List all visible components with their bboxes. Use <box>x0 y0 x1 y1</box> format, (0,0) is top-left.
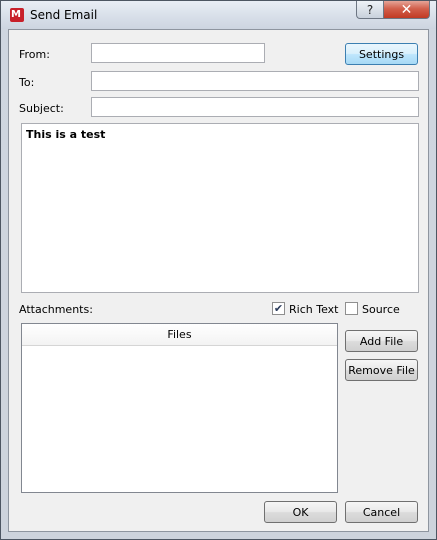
subject-field[interactable] <box>91 97 419 117</box>
close-icon: ✕ <box>400 1 413 18</box>
source-label[interactable]: Source <box>362 303 400 316</box>
source-checkbox[interactable] <box>345 302 358 315</box>
rich-text-label[interactable]: Rich Text <box>289 303 338 316</box>
message-body-editor[interactable]: This is a test <box>21 123 419 293</box>
to-field[interactable] <box>91 71 419 91</box>
ok-button[interactable]: OK <box>264 501 337 523</box>
attachments-list[interactable]: Files <box>21 323 338 493</box>
rich-text-checkbox[interactable]: ✔ <box>272 302 285 315</box>
files-column-header[interactable]: Files <box>22 324 337 346</box>
close-button[interactable]: ✕ <box>383 1 430 19</box>
window-title: Send Email <box>30 8 98 22</box>
add-file-button[interactable]: Add File <box>345 330 418 352</box>
checkmark-icon: ✔ <box>273 302 284 315</box>
subject-label: Subject: <box>19 102 64 115</box>
help-button[interactable]: ? <box>356 1 384 19</box>
from-label: From: <box>19 48 50 61</box>
from-field[interactable] <box>91 43 265 63</box>
send-email-dialog: M Send Email ? ✕ From: Settings To: Subj… <box>0 0 437 540</box>
app-logo-letter: M <box>11 9 21 20</box>
settings-button[interactable]: Settings <box>345 43 418 65</box>
title-bar[interactable]: M Send Email ? ✕ <box>1 1 436 29</box>
help-icon: ? <box>366 2 374 17</box>
attachments-label: Attachments: <box>19 303 93 316</box>
app-logo-icon: M <box>10 8 24 22</box>
cancel-button[interactable]: Cancel <box>345 501 418 523</box>
to-label: To: <box>19 76 35 89</box>
remove-file-button[interactable]: Remove File <box>345 359 418 381</box>
dialog-body: From: Settings To: Subject: This is a te… <box>8 29 429 532</box>
message-body-text: This is a test <box>26 128 106 141</box>
